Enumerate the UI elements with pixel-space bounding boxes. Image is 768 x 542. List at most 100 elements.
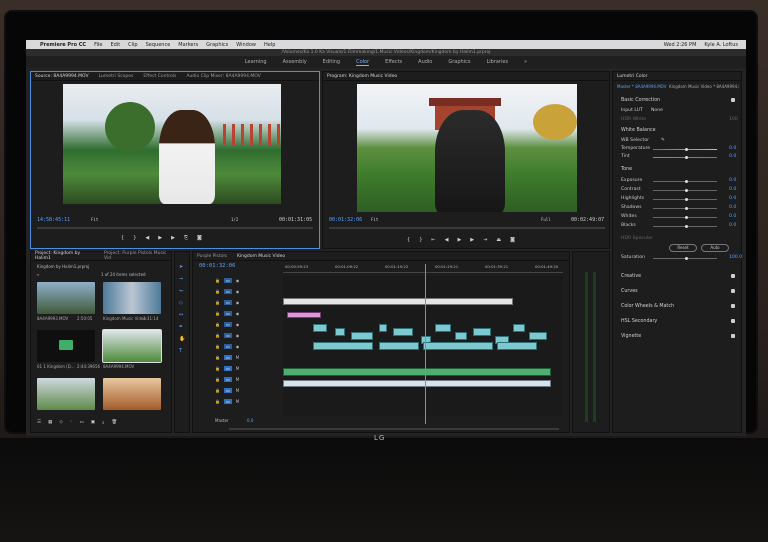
track-mute-icon[interactable]: M: [236, 399, 239, 404]
basic-correction-header[interactable]: Basic Correction: [621, 98, 660, 103]
menu-user[interactable]: Kyle A. Loftus: [704, 42, 738, 48]
contrast-knob[interactable]: [685, 189, 688, 192]
source-video-frame[interactable]: [63, 84, 281, 204]
video-clip[interactable]: [455, 332, 467, 340]
saturation-knob[interactable]: [685, 257, 688, 260]
project-item-thumbnail[interactable]: [103, 378, 161, 410]
tab-source[interactable]: Source: 8A4A9994.MOV: [35, 74, 89, 79]
prog-go-out-icon[interactable]: ⇥: [483, 237, 487, 243]
project-item-thumbnail[interactable]: [37, 378, 95, 410]
step-back-icon[interactable]: ◀︎: [145, 235, 149, 241]
workspace-assembly[interactable]: Assembly: [283, 59, 307, 65]
track-select-tool-icon[interactable]: ⇒: [179, 276, 185, 282]
tint-value[interactable]: 0.0: [729, 154, 736, 159]
program-video-frame[interactable]: [357, 84, 577, 212]
video-clip[interactable]: [423, 342, 493, 350]
master-track-value[interactable]: 0.0: [247, 418, 253, 423]
tone-header[interactable]: Tone: [621, 167, 632, 172]
tab-program[interactable]: Program: Kingdom Music Video: [327, 74, 397, 79]
eyedropper-icon[interactable]: ✎: [661, 138, 665, 143]
video-clip[interactable]: [313, 342, 373, 350]
saturation-slider[interactable]: [653, 257, 717, 260]
play-icon[interactable]: ▶︎: [158, 235, 162, 241]
step-forward-icon[interactable]: ▶︎: [171, 235, 175, 241]
workspace-color[interactable]: Color: [356, 59, 370, 66]
track-toggle-icon[interactable]: ▭: [223, 322, 232, 327]
project-item-thumbnail[interactable]: [103, 282, 161, 314]
source-scrubber[interactable]: [37, 227, 313, 229]
source-timecode[interactable]: 14:58:45:11: [37, 217, 70, 223]
video-clip-pink[interactable]: [287, 312, 321, 318]
workspace-audio[interactable]: Audio: [418, 59, 432, 65]
track-toggle-icon[interactable]: ▭: [223, 366, 232, 371]
audio-clip-a2[interactable]: [283, 380, 551, 387]
menu-sequence[interactable]: Sequence: [146, 42, 171, 48]
whites-value[interactable]: 0.0: [729, 214, 736, 219]
video-clip[interactable]: [393, 328, 413, 336]
vignette-checkbox[interactable]: [731, 334, 735, 338]
track-toggle-icon[interactable]: ▭: [223, 388, 232, 393]
mark-out-icon[interactable]: }: [133, 235, 136, 241]
list-view-icon[interactable]: ☰: [37, 420, 41, 426]
hsl-secondary-header[interactable]: HSL Secondary: [621, 319, 657, 324]
color-wheels-checkbox[interactable]: [731, 304, 735, 308]
selection-tool-icon[interactable]: ➤: [179, 264, 185, 270]
zoom-slider-icon[interactable]: ◦: [70, 420, 73, 426]
exposure-knob[interactable]: [685, 180, 688, 183]
track-toggle-icon[interactable]: ▭: [223, 333, 232, 338]
saturation-value[interactable]: 100.0: [729, 255, 742, 260]
whites-slider[interactable]: [653, 216, 717, 219]
creative-header[interactable]: Creative: [621, 274, 641, 279]
contrast-value[interactable]: 0.0: [729, 187, 736, 192]
slip-tool-icon[interactable]: ↔: [179, 312, 185, 318]
track-mute-icon[interactable]: M: [236, 377, 239, 382]
video-clip[interactable]: [529, 332, 547, 340]
shadows-knob[interactable]: [685, 207, 688, 210]
trash-icon[interactable]: 🗑: [112, 420, 118, 426]
video-clip[interactable]: [435, 324, 451, 332]
track-mute-icon[interactable]: M: [236, 388, 239, 393]
track-toggle-icon[interactable]: ▭: [223, 344, 232, 349]
video-clip[interactable]: [313, 324, 327, 332]
program-scale[interactable]: Full: [541, 217, 551, 222]
project-item-thumbnail[interactable]: [37, 282, 95, 314]
prog-lift-icon[interactable]: ⏏: [496, 237, 501, 243]
basic-correction-checkbox[interactable]: [731, 98, 735, 102]
whites-knob[interactable]: [685, 216, 688, 219]
workspace-learning[interactable]: Learning: [245, 59, 267, 65]
video-clip[interactable]: [513, 324, 525, 332]
lumetri-clip-label[interactable]: Kingdom Music Video * 8A4A9994.MOV: [669, 84, 739, 89]
shadows-slider[interactable]: [653, 207, 717, 210]
blacks-value[interactable]: 0.0: [729, 223, 736, 228]
track-eye-icon[interactable]: ◉: [236, 344, 240, 349]
white-balance-header[interactable]: White Balance: [621, 128, 656, 133]
track-header[interactable]: 🔒 ▭ ◉: [215, 309, 279, 318]
lumetri-master-label[interactable]: Master * 8A4A9994.MOV: [617, 84, 666, 89]
audio-clip-a1[interactable]: [283, 368, 551, 376]
hsl-secondary-checkbox[interactable]: [731, 319, 735, 323]
video-clip-long[interactable]: [283, 298, 513, 305]
more-workspaces-icon[interactable]: »: [524, 59, 527, 65]
track-header[interactable]: 🔒 ▭ ◉: [215, 287, 279, 296]
hand-tool-icon[interactable]: ✋: [179, 336, 185, 342]
pen-tool-icon[interactable]: ✒: [179, 324, 185, 330]
prog-camera-icon[interactable]: ◙: [510, 237, 515, 243]
track-eye-icon[interactable]: ◉: [236, 278, 240, 283]
track-header[interactable]: 🔒 ▭ ◉: [215, 342, 279, 351]
track-header[interactable]: 🔒 ▭ ◉: [215, 276, 279, 285]
tab-lumetri-scopes[interactable]: Lumetri Scopes: [99, 74, 134, 79]
track-eye-icon[interactable]: ◉: [236, 322, 240, 327]
find-icon[interactable]: ⌕: [102, 420, 105, 426]
track-lock-icon[interactable]: 🔒: [215, 388, 220, 393]
track-toggle-icon[interactable]: ▭: [223, 399, 232, 404]
exposure-value[interactable]: 0.0: [729, 178, 736, 183]
freeform-view-icon[interactable]: ◇: [59, 420, 62, 426]
timeline-ruler[interactable]: 00:00:59:23 00:01:09:22 00:01:19:22 00:01:2…: [283, 264, 563, 273]
type-tool-icon[interactable]: T: [179, 348, 185, 354]
curves-checkbox[interactable]: [731, 289, 735, 293]
playhead[interactable]: [425, 264, 426, 424]
track-header[interactable]: 🔒 ▭ ◉: [215, 331, 279, 340]
menu-graphics[interactable]: Graphics: [206, 42, 228, 48]
workspace-graphics[interactable]: Graphics: [448, 59, 470, 65]
program-fit[interactable]: Fit: [371, 217, 378, 222]
